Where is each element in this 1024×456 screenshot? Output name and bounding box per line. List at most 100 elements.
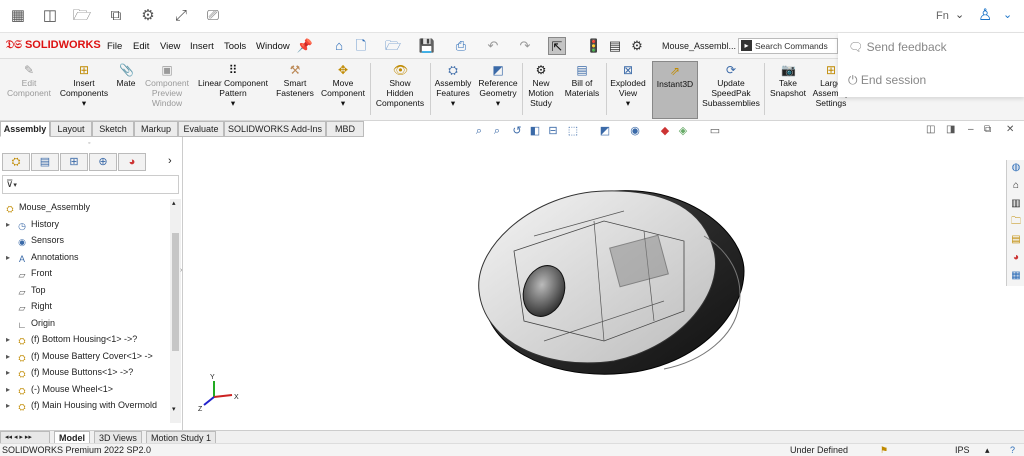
tab-addins[interactable]: SOLIDWORKS Add-Ins [224, 121, 326, 137]
tab-sketch[interactable]: Sketch [92, 121, 134, 137]
chevron-right-icon[interactable]: › [168, 155, 172, 167]
close-window-icon[interactable]: ✕ [1006, 124, 1014, 135]
bill-of-materials-button[interactable]: ▤ Bill of Materials [560, 61, 604, 119]
menu-window[interactable]: Window [256, 41, 290, 52]
options-icon[interactable]: ⚙ [628, 37, 646, 55]
end-session-item[interactable]: ⏻ End session [848, 73, 926, 88]
home-icon[interactable]: ⌂ [330, 37, 348, 55]
apply-scene-icon[interactable]: ◈ [676, 124, 690, 138]
linear-pattern-button[interactable]: ⠿ Linear Component Pattern ▾ [194, 61, 272, 119]
file-properties-icon[interactable]: ▤ [606, 37, 624, 55]
tree-item[interactable]: ⛭ Mouse_Assembly [4, 199, 90, 215]
expand-arrow-icon[interactable]: ▸ [6, 250, 16, 266]
restore-window-icon[interactable]: ⧉ [984, 124, 991, 135]
select-icon[interactable]: ⇱ [548, 37, 566, 55]
chevron-down-icon[interactable]: ⌄ [955, 8, 964, 21]
pin-icon[interactable]: 📌 [296, 37, 314, 55]
edit-component-button[interactable]: ✎ Edit Component [2, 61, 56, 119]
tab-evaluate[interactable]: Evaluate [178, 121, 224, 137]
folder-icon[interactable]: 🗁 [72, 6, 92, 26]
reference-geometry-button[interactable]: ◩ Reference Geometry ▾ [476, 61, 520, 119]
view-palette-icon[interactable]: ▤ [1010, 234, 1022, 246]
copy-icon[interactable]: ⧉ [106, 6, 126, 26]
send-feedback-item[interactable]: 🗨 Send feedback [848, 40, 947, 54]
settings-icon[interactable]: ⚙ [138, 6, 158, 26]
tree-item[interactable]: ∟ Origin [6, 315, 55, 331]
tree-item[interactable]: ▸ ⛭ (f) Mouse Buttons<1> ->? [6, 364, 133, 380]
restore-pane-icon[interactable]: ◫ [926, 124, 935, 135]
panel-splitter-icon[interactable]: › [180, 267, 182, 274]
view-orientation-icon[interactable]: ⬚ [566, 124, 580, 138]
expand-arrow-icon[interactable]: ▸ [6, 398, 16, 414]
file-explorer-icon[interactable]: 🗀 [1010, 216, 1022, 228]
search-commands-input[interactable]: ▸ Search Commands [738, 38, 838, 54]
tabs-icon[interactable]: ◫ [40, 6, 60, 26]
redo-icon[interactable]: ↷ [516, 37, 534, 55]
dynamic-annotation-icon[interactable]: ⊟ [546, 124, 560, 138]
save-icon[interactable]: 💾 [418, 37, 436, 55]
exploded-view-button[interactable]: ⊠ Exploded View ▾ [608, 61, 648, 119]
expand-arrow-icon[interactable]: ▸ [6, 332, 16, 348]
units-dropdown-icon[interactable]: ▴ [985, 444, 990, 456]
mouse-model[interactable]: Y X Z [184, 141, 1004, 430]
menu-edit[interactable]: Edit [133, 41, 149, 52]
new-doc-icon[interactable]: 🗋 [352, 37, 370, 55]
scrollbar-thumb[interactable] [172, 233, 179, 351]
featuremanager-tab[interactable]: ⛭ [2, 153, 30, 171]
component-preview-button[interactable]: ▣ Component Preview Window [142, 61, 192, 119]
mate-button[interactable]: 📎 Mate [112, 61, 140, 119]
help-icon[interactable]: ? [1010, 444, 1015, 456]
solidworks-logo[interactable]: 𝔇𝔖 SOLIDWORKS [6, 39, 101, 52]
fn-label[interactable]: Fn [936, 10, 949, 22]
display-style-icon[interactable]: ◩ [598, 124, 612, 138]
speedpak-button[interactable]: ⟳ Update SpeedPak Subassemblies [700, 61, 762, 119]
rebuild-status-icon[interactable]: ⚑ [880, 444, 888, 456]
status-units[interactable]: IPS [955, 444, 970, 456]
tab-layout[interactable]: Layout [50, 121, 92, 137]
resources-icon[interactable]: ◍ [1010, 162, 1022, 174]
show-hidden-button[interactable]: 👁 Show Hidden Components [372, 61, 428, 119]
share-screen-icon[interactable]: ⎚ [203, 6, 223, 26]
open-icon[interactable]: 🗁 [384, 37, 402, 55]
tile-pane-icon[interactable]: ◨ [946, 124, 955, 135]
collapse-handle-icon[interactable]: ◦ [88, 140, 90, 147]
tree-item[interactable]: ▸ A Annotations [6, 249, 79, 265]
rebuild-icon[interactable]: 🚦 [585, 37, 603, 55]
tab-assembly[interactable]: Assembly [0, 121, 50, 137]
minimize-window-icon[interactable]: – [968, 124, 974, 135]
zoom-fit-icon[interactable]: ⌕ [472, 124, 486, 138]
fullscreen-icon[interactable]: ⤢ [171, 6, 191, 26]
tree-item[interactable]: ▱ Right [6, 298, 52, 314]
new-motion-study-button[interactable]: ⚙ New Motion Study [524, 61, 558, 119]
dimxpert-tab[interactable]: ⊕ [89, 153, 117, 171]
graphics-area[interactable]: Y X Z [184, 141, 1004, 430]
expand-arrow-icon[interactable]: ▸ [6, 349, 16, 365]
expand-arrow-icon[interactable]: ▸ [6, 217, 16, 233]
insert-components-button[interactable]: ⊞ Insert Components ▾ [58, 61, 110, 119]
home-icon[interactable]: ⌂ [1010, 180, 1022, 192]
display-manager-tab[interactable]: ◕ [118, 153, 146, 171]
menu-tools[interactable]: Tools [224, 41, 246, 52]
undo-icon[interactable]: ↶ [484, 37, 502, 55]
design-library-icon[interactable]: ▥ [1010, 198, 1022, 210]
dashboard-icon[interactable]: ▦ [8, 6, 28, 26]
propertymanager-tab[interactable]: ▤ [31, 153, 59, 171]
previous-view-icon[interactable]: ↺ [510, 124, 524, 138]
tree-item[interactable]: ▸ ◷ History [6, 216, 59, 232]
zoom-area-icon[interactable]: ⌕ [490, 124, 504, 138]
chevron-down-icon[interactable]: ⌄ [1003, 8, 1012, 21]
configurationmanager-tab[interactable]: ⊞ [60, 153, 88, 171]
print-icon[interactable]: ⎙ [452, 37, 470, 55]
tree-item[interactable]: ▱ Top [6, 282, 46, 298]
tree-item[interactable]: ▸ ⛭ (f) Main Housing with Overmold [6, 397, 157, 413]
tree-item[interactable]: ▸ ⛭ (-) Mouse Wheel<1> [6, 381, 113, 397]
assembly-features-button[interactable]: ⛭ Assembly Features ▾ [432, 61, 474, 119]
menu-insert[interactable]: Insert [190, 41, 214, 52]
section-view-icon[interactable]: ◧ [528, 124, 542, 138]
scroll-down-icon[interactable]: ▾ [172, 405, 176, 413]
expand-arrow-icon[interactable]: ▸ [6, 382, 16, 398]
expand-arrow-icon[interactable]: ▸ [6, 365, 16, 381]
take-snapshot-button[interactable]: 📷 Take Snapshot [766, 61, 810, 119]
menu-file[interactable]: File [107, 41, 122, 52]
view-settings-icon[interactable]: ▭ [708, 124, 722, 138]
